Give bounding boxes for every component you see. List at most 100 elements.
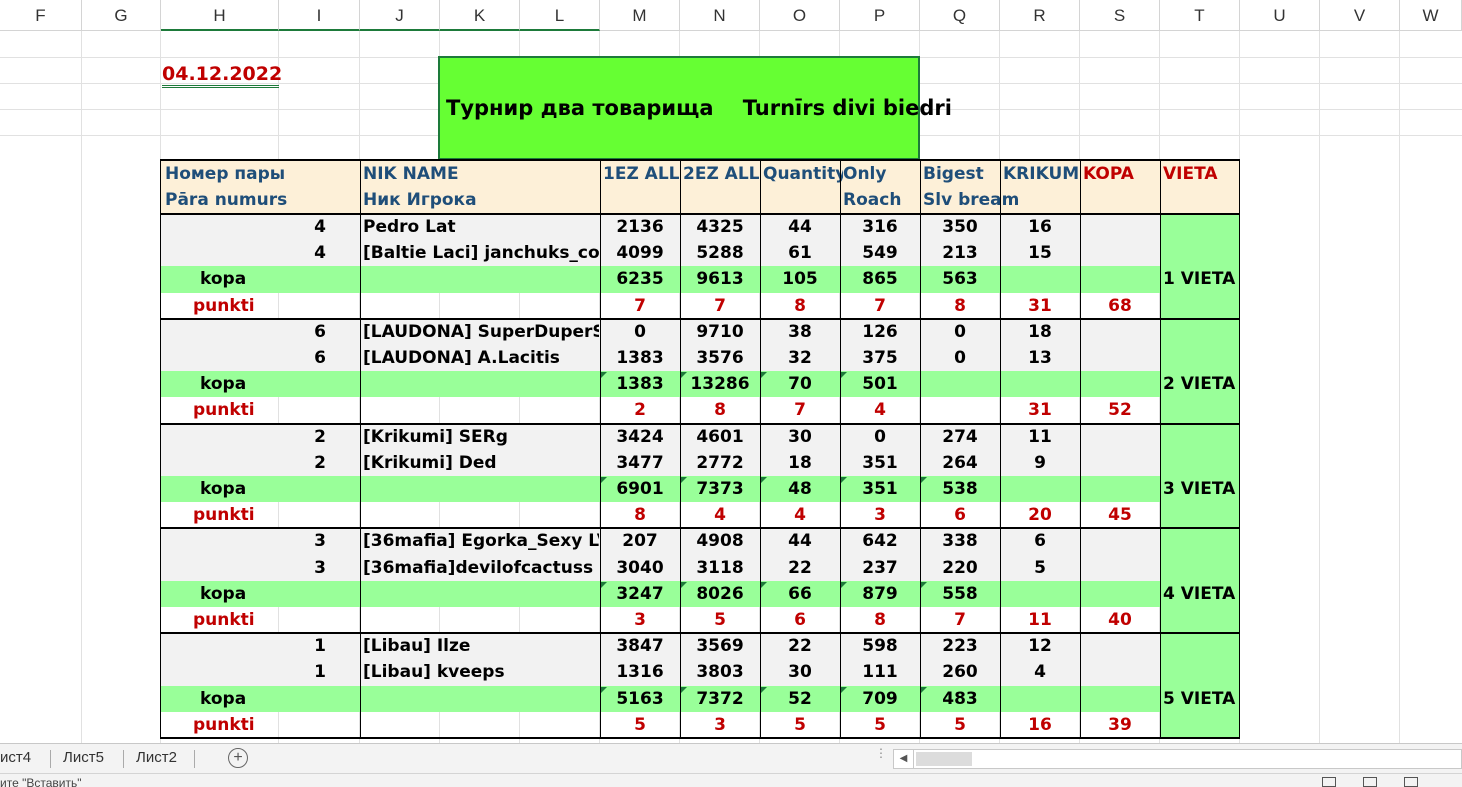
kopa-bream[interactable]: 483 bbox=[920, 686, 1000, 712]
player-nick[interactable]: [Libau] kveeps bbox=[363, 659, 599, 685]
column-header-h[interactable]: H bbox=[161, 0, 279, 31]
kopa-qty[interactable]: 48 bbox=[760, 476, 840, 502]
value-bream[interactable]: 0 bbox=[920, 345, 1000, 371]
kopa-ez1[interactable]: 3247 bbox=[600, 581, 680, 607]
player-nick[interactable]: [Krikumi] SERg bbox=[363, 424, 599, 450]
value-bream[interactable]: 0 bbox=[920, 319, 1000, 345]
kopa-qty[interactable]: 105 bbox=[760, 266, 840, 292]
value-bream[interactable]: 338 bbox=[920, 528, 1000, 554]
page-layout-view-icon[interactable] bbox=[1363, 777, 1377, 787]
kopa-qty[interactable]: 70 bbox=[760, 371, 840, 397]
pair-number[interactable]: 6 bbox=[160, 345, 326, 371]
place-label[interactable]: 1 VIETA bbox=[1163, 266, 1241, 292]
place-label[interactable]: 5 VIETA bbox=[1163, 686, 1241, 712]
value-krikumi[interactable]: 4 bbox=[1000, 659, 1080, 685]
punkti-label[interactable]: punkti bbox=[193, 502, 293, 528]
value-1ez[interactable]: 1383 bbox=[600, 345, 680, 371]
header-1ez[interactable]: 1EZ ALL bbox=[603, 162, 681, 186]
value-2ez[interactable]: 3576 bbox=[680, 345, 760, 371]
value-roach[interactable]: 237 bbox=[840, 555, 920, 581]
column-header-w[interactable]: W bbox=[1400, 0, 1462, 31]
punkti-krikumi[interactable]: 11 bbox=[1000, 607, 1080, 633]
punkti-ez2[interactable]: 3 bbox=[680, 712, 760, 738]
kopa-label[interactable]: kopa bbox=[200, 266, 300, 292]
header-pair-lv[interactable]: Pāra numurs bbox=[165, 188, 360, 212]
kopa-ez2[interactable]: 7373 bbox=[680, 476, 760, 502]
value-1ez[interactable]: 3847 bbox=[600, 633, 680, 659]
header-slv-bream[interactable]: Slv bream bbox=[923, 188, 1033, 212]
column-header-m[interactable]: M bbox=[600, 0, 680, 31]
column-header-r[interactable]: R bbox=[1000, 0, 1080, 31]
punkti-ez2[interactable]: 7 bbox=[680, 293, 760, 319]
punkti-krikumi[interactable]: 16 bbox=[1000, 712, 1080, 738]
value-1ez[interactable]: 2136 bbox=[600, 214, 680, 240]
column-header-k[interactable]: K bbox=[440, 0, 520, 31]
kopa-label[interactable]: kopa bbox=[200, 476, 300, 502]
kopa-ez1[interactable]: 6901 bbox=[600, 476, 680, 502]
punkti-qty[interactable]: 7 bbox=[760, 397, 840, 423]
value-1ez[interactable]: 3477 bbox=[600, 450, 680, 476]
punkti-ez2[interactable]: 5 bbox=[680, 607, 760, 633]
add-sheet-button[interactable]: + bbox=[228, 748, 248, 768]
punkti-ez1[interactable]: 8 bbox=[600, 502, 680, 528]
kopa-roach[interactable]: 709 bbox=[840, 686, 920, 712]
kopa-ez2[interactable]: 8026 bbox=[680, 581, 760, 607]
value-bream[interactable]: 350 bbox=[920, 214, 1000, 240]
punkti-label[interactable]: punkti bbox=[193, 293, 293, 319]
value-krikumi[interactable]: 5 bbox=[1000, 555, 1080, 581]
kopa-ez2[interactable]: 9613 bbox=[680, 266, 760, 292]
value-bream[interactable]: 213 bbox=[920, 240, 1000, 266]
value-quantity[interactable]: 18 bbox=[760, 450, 840, 476]
header-kopa[interactable]: KOPA bbox=[1083, 162, 1161, 186]
value-krikumi[interactable]: 15 bbox=[1000, 240, 1080, 266]
column-header-l[interactable]: L bbox=[520, 0, 600, 31]
header-quantity[interactable]: Quantity bbox=[763, 162, 843, 186]
column-header-j[interactable]: J bbox=[360, 0, 440, 31]
kopa-label[interactable]: kopa bbox=[200, 581, 300, 607]
pair-number[interactable]: 1 bbox=[160, 633, 326, 659]
horizontal-scrollbar[interactable]: ◀ bbox=[893, 749, 1462, 769]
punkti-bream[interactable]: 6 bbox=[920, 502, 1000, 528]
kopa-ez2[interactable]: 13286 bbox=[680, 371, 760, 397]
punkti-label[interactable]: punkti bbox=[193, 712, 293, 738]
column-header-v[interactable]: V bbox=[1320, 0, 1400, 31]
punkti-qty[interactable]: 8 bbox=[760, 293, 840, 319]
kopa-qty[interactable]: 66 bbox=[760, 581, 840, 607]
value-roach[interactable]: 351 bbox=[840, 450, 920, 476]
value-roach[interactable]: 549 bbox=[840, 240, 920, 266]
value-1ez[interactable]: 207 bbox=[600, 528, 680, 554]
punkti-qty[interactable]: 5 bbox=[760, 712, 840, 738]
column-header-o[interactable]: O bbox=[760, 0, 840, 31]
value-krikumi[interactable]: 9 bbox=[1000, 450, 1080, 476]
value-quantity[interactable]: 32 bbox=[760, 345, 840, 371]
column-header-u[interactable]: U bbox=[1240, 0, 1320, 31]
kopa-bream[interactable] bbox=[920, 371, 1000, 397]
value-roach[interactable]: 375 bbox=[840, 345, 920, 371]
pair-number[interactable]: 4 bbox=[160, 214, 326, 240]
value-2ez[interactable]: 3118 bbox=[680, 555, 760, 581]
value-bream[interactable]: 260 bbox=[920, 659, 1000, 685]
punkti-bream[interactable] bbox=[920, 397, 1000, 423]
kopa-label[interactable]: kopa bbox=[200, 686, 300, 712]
value-2ez[interactable]: 2772 bbox=[680, 450, 760, 476]
splitter-handle-icon[interactable]: ⋮ bbox=[875, 747, 887, 759]
kopa-roach[interactable]: 501 bbox=[840, 371, 920, 397]
value-roach[interactable]: 642 bbox=[840, 528, 920, 554]
punkti-krikumi[interactable]: 20 bbox=[1000, 502, 1080, 528]
value-roach[interactable]: 126 bbox=[840, 319, 920, 345]
pair-number[interactable]: 4 bbox=[160, 240, 326, 266]
punkti-ez1[interactable]: 5 bbox=[600, 712, 680, 738]
punkti-kopa[interactable]: 52 bbox=[1080, 397, 1160, 423]
punkti-label[interactable]: punkti bbox=[193, 607, 293, 633]
value-roach[interactable]: 598 bbox=[840, 633, 920, 659]
tournament-date[interactable]: 04.12.2022 bbox=[162, 60, 282, 88]
pair-number[interactable]: 6 bbox=[160, 319, 326, 345]
punkti-krikumi[interactable]: 31 bbox=[1000, 397, 1080, 423]
column-header-s[interactable]: S bbox=[1080, 0, 1160, 31]
value-2ez[interactable]: 5288 bbox=[680, 240, 760, 266]
value-quantity[interactable]: 30 bbox=[760, 659, 840, 685]
punkti-kopa[interactable]: 68 bbox=[1080, 293, 1160, 319]
header-pair-ru[interactable]: Номер пары bbox=[165, 162, 360, 186]
punkti-qty[interactable]: 6 bbox=[760, 607, 840, 633]
player-nick[interactable]: Pedro Lat bbox=[363, 214, 599, 240]
